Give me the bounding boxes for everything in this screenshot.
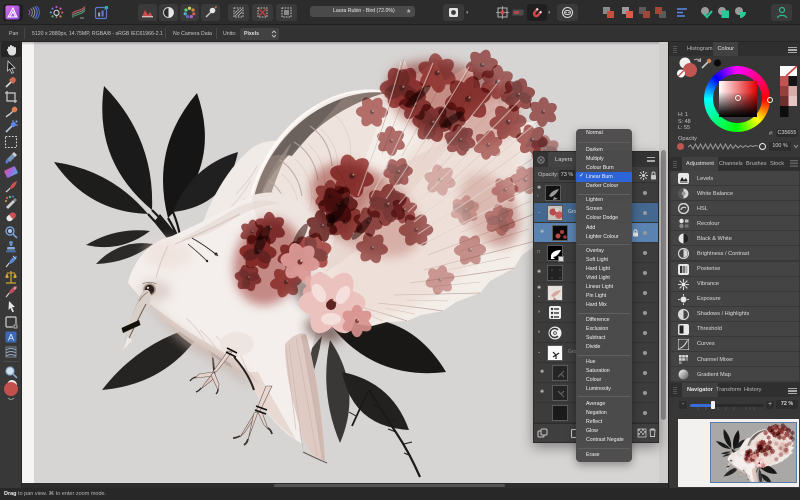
svg-text:A: A [8,333,14,343]
